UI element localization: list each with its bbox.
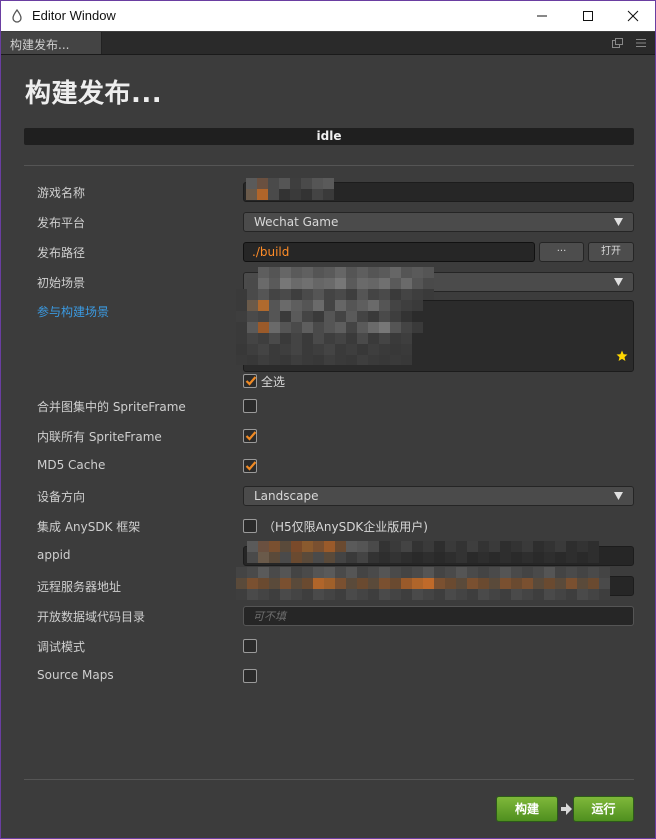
start-scene-label: 初始场景 — [37, 276, 86, 290]
tab-label: 构建发布... — [10, 38, 70, 52]
anysdk-label: 集成 AnySDK 框架 — [37, 520, 141, 534]
status-bar: idle — [24, 128, 634, 145]
open-data-dir-field — [243, 606, 634, 626]
minimize-button[interactable] — [519, 1, 565, 31]
platform-value: Wechat Game — [254, 215, 339, 229]
minimize-icon — [537, 15, 547, 17]
checkmark-icon — [245, 376, 257, 386]
checkmark-icon — [245, 431, 257, 441]
divider — [24, 779, 634, 780]
game-name-input[interactable] — [243, 178, 634, 202]
orientation-value: Landscape — [254, 489, 319, 503]
browse-button[interactable]: ··· — [539, 242, 584, 262]
checkmark-icon — [245, 461, 257, 471]
inline-spriteframe-checkbox[interactable] — [243, 429, 257, 443]
open-folder-button[interactable]: 打开 — [588, 242, 634, 262]
redacted-appid — [236, 541, 611, 569]
divider — [24, 165, 634, 166]
title-bar: Editor Window — [1, 1, 655, 31]
select-all-checkbox[interactable] — [243, 374, 257, 388]
anysdk-note: （H5仅限AnySDK企业版用户) — [263, 520, 428, 534]
debug-mode-checkbox[interactable] — [243, 639, 257, 653]
build-path-value: ./build — [252, 245, 290, 259]
dropdown-arrow-icon — [614, 278, 623, 286]
dropdown-arrow-icon — [614, 218, 623, 226]
close-icon — [627, 10, 639, 22]
debug-mode-label: 调试模式 — [37, 640, 86, 654]
page-title: 构建发布... — [25, 79, 163, 109]
inline-spriteframe-label: 内联所有 SpriteFrame — [37, 430, 162, 444]
platform-select[interactable]: Wechat Game — [243, 212, 634, 232]
window-title: Editor Window — [32, 8, 116, 23]
app-logo-icon — [12, 9, 22, 23]
game-name-label: 游戏名称 — [37, 186, 86, 200]
arrow-right-icon — [561, 803, 572, 815]
source-maps-label: Source Maps — [37, 668, 114, 682]
remote-server-label: 远程服务器地址 — [37, 580, 122, 594]
redacted-scenes — [236, 265, 436, 365]
build-button[interactable]: 构建 — [496, 796, 558, 822]
tab-build-publish[interactable]: 构建发布... — [1, 32, 102, 54]
editor-window: Editor Window 构建发布... 构建发布... idle 游戏名称 — [0, 0, 656, 839]
appid-label: appid — [37, 548, 71, 562]
open-data-dir-label: 开放数据域代码目录 — [37, 610, 146, 624]
build-path-label: 发布路径 — [37, 246, 86, 260]
merge-spriteframe-label: 合并图集中的 SpriteFrame — [37, 400, 186, 414]
select-all-label: 全选 — [261, 375, 286, 389]
close-button[interactable] — [610, 1, 656, 31]
star-icon — [616, 350, 628, 361]
run-button[interactable]: 运行 — [573, 796, 634, 822]
dropdown-arrow-icon — [614, 492, 623, 500]
tab-bar: 构建发布... — [1, 32, 655, 55]
popout-icon[interactable] — [612, 38, 623, 48]
status-text: idle — [316, 129, 342, 143]
merge-spriteframe-checkbox[interactable] — [243, 399, 257, 413]
redacted-value — [246, 178, 334, 200]
included-scenes-label[interactable]: 参与构建场景 — [37, 303, 109, 320]
anysdk-checkbox[interactable] — [243, 519, 257, 533]
md5-cache-label: MD5 Cache — [37, 458, 106, 472]
source-maps-checkbox[interactable] — [243, 669, 257, 683]
menu-icon[interactable] — [636, 38, 646, 48]
orientation-select[interactable]: Landscape — [243, 486, 634, 506]
platform-label: 发布平台 — [37, 216, 86, 230]
orientation-label: 设备方向 — [37, 490, 86, 504]
redacted-remote-server — [236, 567, 611, 600]
md5-cache-checkbox[interactable] — [243, 459, 257, 473]
maximize-button[interactable] — [565, 1, 611, 31]
maximize-icon — [583, 11, 593, 21]
build-path-input[interactable]: ./build — [243, 242, 535, 262]
open-data-dir-input[interactable] — [244, 607, 633, 625]
